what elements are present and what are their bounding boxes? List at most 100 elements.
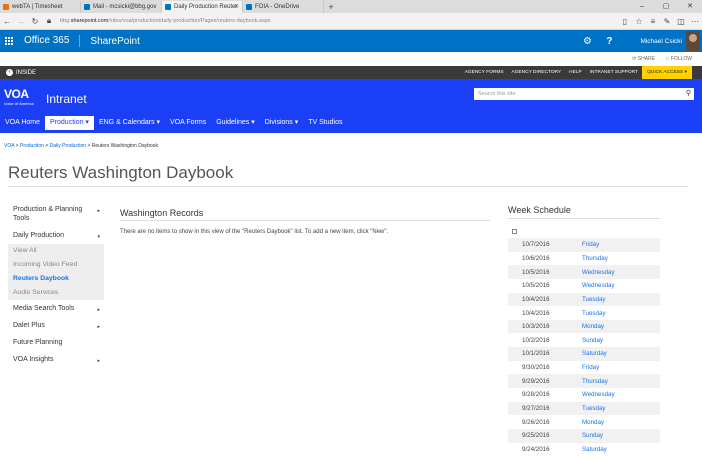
inside-home-link[interactable]: ‹ INSIDE <box>0 69 36 76</box>
maximize-icon[interactable]: ▢ <box>654 0 678 13</box>
tab-label: webTA | Timesheet <box>12 4 63 10</box>
voa-logo[interactable]: VOA Voice of America <box>4 87 36 107</box>
new-tab-button[interactable]: + <box>324 1 338 13</box>
browser-tab[interactable]: Mail - mcsicki@bbg.gov <box>81 1 162 13</box>
breadcrumb-link[interactable]: Daily Production <box>50 143 86 149</box>
schedule-day-link[interactable]: Friday <box>582 364 599 371</box>
table-row: 10/5/2016 Wednesday <box>508 279 660 293</box>
schedule-day-link[interactable]: Wednesday <box>582 269 615 276</box>
schedule-day-link[interactable]: Monday <box>582 323 604 330</box>
schedule-day-link[interactable]: Saturday <box>582 350 607 357</box>
web-note-icon[interactable]: ✎ <box>660 17 674 26</box>
topnav-item[interactable]: Production ▾ <box>45 116 94 130</box>
breadcrumb-link[interactable]: VOA <box>4 143 14 149</box>
tab-favicon-icon <box>165 4 171 10</box>
reading-view-icon[interactable]: ▯ <box>618 17 632 26</box>
schedule-day-link[interactable]: Thursday <box>582 255 608 262</box>
topnav-item[interactable]: VOA Forms <box>165 116 211 130</box>
browser-tab[interactable]: FOIA - OneDrive <box>243 1 324 13</box>
leftnav-item[interactable]: Production & Planning Tools ▸ <box>8 201 104 227</box>
help-icon[interactable]: ? <box>598 36 620 47</box>
leftnav-item[interactable]: Dalet Plus ▸ <box>8 317 104 334</box>
topnav-item[interactable]: VOA Home <box>0 116 45 130</box>
table-row: 9/27/2016 Tuesday <box>508 401 660 416</box>
topnav-item[interactable]: TV Studios <box>303 116 347 130</box>
breadcrumb-current: Reuters Washington Daybook <box>91 143 158 149</box>
flyout-arrow-icon[interactable]: ▸ <box>97 306 100 315</box>
schedule-date: 10/6/2016 <box>522 254 550 262</box>
leftnav-item[interactable]: Daily Production ▾ <box>8 227 104 244</box>
schedule-date: 9/29/2016 <box>522 377 550 385</box>
share-icon[interactable]: ◫ <box>674 17 688 26</box>
inside-link[interactable]: AGENCY DIRECTORY <box>512 70 562 75</box>
user-name[interactable]: Michael Csicki <box>620 38 686 45</box>
flyout-arrow-icon[interactable]: ▾ <box>97 233 100 242</box>
breadcrumb-link[interactable]: Production <box>20 143 44 149</box>
select-all-checkbox[interactable] <box>512 229 517 234</box>
app-launcher-icon[interactable] <box>0 30 18 52</box>
browser-tab[interactable]: webTA | Timesheet <box>0 1 81 13</box>
schedule-day-link[interactable]: Sunday <box>582 432 603 439</box>
url-input[interactable]: bbg. sharepoint.com/sites/voa/production/… <box>60 15 614 27</box>
schedule-day-link[interactable]: Monday <box>582 419 604 426</box>
topnav-item[interactable]: Guidelines ▾ <box>211 116 260 130</box>
leftnav-item[interactable]: VOA Insights ▸ <box>8 351 104 368</box>
settings-gear-icon[interactable]: ⚙ <box>576 36 598 47</box>
o365-brand[interactable]: Office 365 <box>18 35 81 47</box>
quick-access-button[interactable]: QUICK ACCESS ▾ <box>642 66 692 79</box>
leftnav-item[interactable]: Media Search Tools ▸ <box>8 300 104 317</box>
flyout-arrow-icon[interactable]: ▸ <box>97 357 100 366</box>
schedule-day-link[interactable]: Tuesday <box>582 405 606 412</box>
schedule-day-link[interactable]: Wednesday <box>582 391 615 398</box>
schedule-date: 10/7/2016 <box>522 241 550 249</box>
schedule-day-link[interactable]: Tuesday <box>582 296 606 303</box>
browser-tab[interactable]: Daily Production Reuter ✕ <box>162 1 243 13</box>
search-input[interactable]: Search this site ⚲ <box>474 88 694 100</box>
leftnav-subitem[interactable]: Audio Services <box>8 286 104 300</box>
page-actions: ⟳ SHARE ☆ FOLLOW <box>0 52 702 66</box>
leftnav-subitem[interactable]: Reuters Daybook <box>8 272 104 286</box>
schedule-day-link[interactable]: Sunday <box>582 337 603 344</box>
inside-link[interactable]: HELP <box>569 70 582 75</box>
search-icon[interactable]: ⚲ <box>686 89 691 97</box>
leftnav-subitem[interactable]: View All <box>8 244 104 258</box>
avatar[interactable] <box>686 31 700 51</box>
more-icon[interactable]: ⋯ <box>688 17 702 26</box>
flyout-arrow-icon[interactable]: ▸ <box>97 207 100 216</box>
inside-link[interactable]: AGENCY FORMS <box>465 70 504 75</box>
table-row: 10/7/2016 Friday <box>508 238 660 252</box>
schedule-date: 10/5/2016 <box>522 268 550 276</box>
schedule-day-link[interactable]: Wednesday <box>582 282 615 289</box>
topnav-item[interactable]: ENG & Calendars ▾ <box>94 116 165 130</box>
back-icon[interactable]: ← <box>0 17 14 26</box>
site-name[interactable]: Intranet <box>46 92 87 106</box>
schedule-day-link[interactable]: Tuesday <box>582 310 606 317</box>
schedule-date: 9/26/2016 <box>522 418 550 426</box>
schedule-day-link[interactable]: Friday <box>582 241 599 248</box>
schedule-date: 10/1/2016 <box>522 350 550 358</box>
favorite-star-icon[interactable]: ☆ <box>632 17 646 26</box>
close-window-icon[interactable]: ✕ <box>678 0 702 13</box>
tab-close-icon[interactable]: ✕ <box>234 3 239 10</box>
refresh-icon[interactable]: ↻ <box>28 17 42 26</box>
hub-icon[interactable]: ≡ <box>646 17 660 26</box>
search-placeholder: Search this site <box>478 91 516 97</box>
sharepoint-link[interactable]: SharePoint <box>80 36 139 47</box>
leftnav-subitem[interactable]: Incoming Video Feed <box>8 258 104 272</box>
topnav-item[interactable]: Divisions ▾ <box>260 116 303 130</box>
schedule-date: 10/5/2016 <box>522 282 550 290</box>
url-path: /sites/voa/production/daily-production/P… <box>108 18 271 24</box>
minimize-icon[interactable]: – <box>630 0 654 13</box>
flyout-arrow-icon[interactable]: ▸ <box>97 323 100 332</box>
tab-favicon-icon <box>84 4 90 10</box>
schedule-date: 9/25/2016 <box>522 432 550 440</box>
follow-button[interactable]: ☆ FOLLOW <box>665 56 692 62</box>
inside-link[interactable]: INTRANET SUPPORT <box>590 70 638 75</box>
leftnav-item[interactable]: Future Planning <box>8 334 104 351</box>
share-button[interactable]: ⟳ SHARE <box>632 56 655 62</box>
schedule-day-link[interactable]: Saturday <box>582 446 607 453</box>
schedule-date: 10/4/2016 <box>522 295 550 303</box>
forward-icon[interactable]: → <box>14 17 28 26</box>
schedule-date: 9/24/2016 <box>522 445 550 453</box>
schedule-day-link[interactable]: Thursday <box>582 378 608 385</box>
